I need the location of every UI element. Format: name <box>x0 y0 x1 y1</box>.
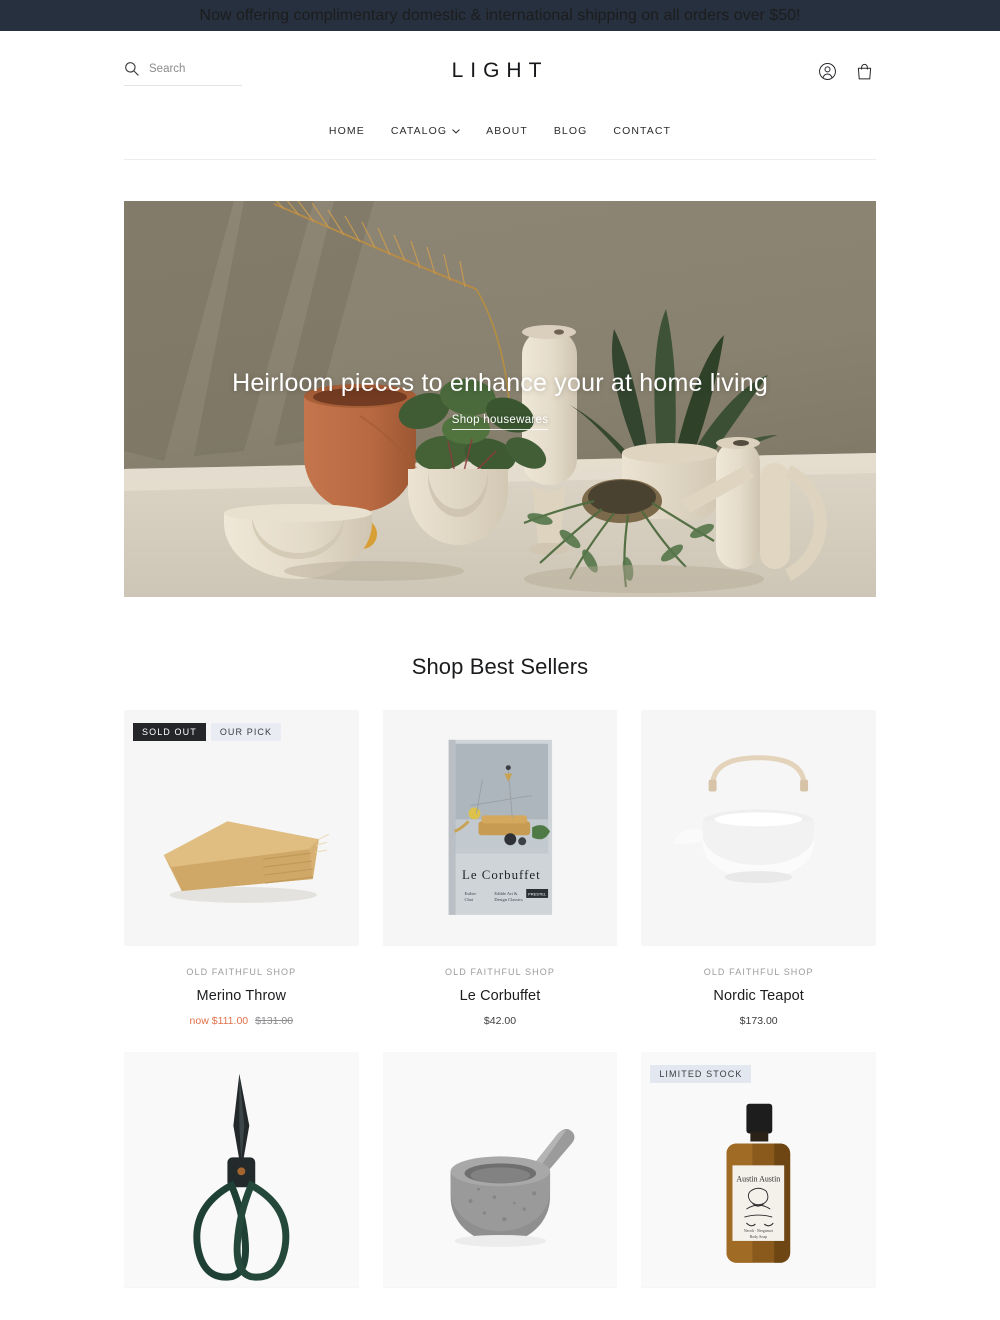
product-title: Nordic Teapot <box>713 988 804 1004</box>
svg-text:Austin Austin: Austin Austin <box>737 1174 781 1183</box>
hero-banner[interactable]: Heirloom pieces to enhance your at home … <box>124 201 876 597</box>
hero-title: Heirloom pieces to enhance your at home … <box>232 368 768 397</box>
product-image-container[interactable]: SOLD OUT OUR PICK <box>124 710 359 946</box>
product-price: $42.00 <box>383 1015 618 1027</box>
product-image-container[interactable]: Le Corbuffet Esther Choi Edible Art & Desi… <box>382 710 618 946</box>
hero-content: Heirloom pieces to enhance your at home … <box>124 201 876 597</box>
site-header: LIGHT <box>0 31 1000 111</box>
product-price: $173.00 <box>641 1015 876 1027</box>
hero-section: Heirloom pieces to enhance your at home … <box>0 160 1000 597</box>
search-field[interactable] <box>124 56 242 86</box>
product-card[interactable] <box>124 1052 359 1320</box>
announcement-bar: Now offering complimentary domestic & in… <box>0 0 1000 31</box>
product-image-le-corbuffet: Le Corbuffet EstherChoi Edible Art &Desi… <box>382 710 618 945</box>
account-icon[interactable] <box>816 60 839 83</box>
header-actions <box>816 60 876 83</box>
svg-text:Esther: Esther <box>464 891 476 896</box>
svg-text:Body Soap: Body Soap <box>750 1234 768 1239</box>
cart-icon[interactable] <box>853 60 876 83</box>
product-price-regular: $42.00 <box>483 1015 517 1027</box>
product-card[interactable]: LIMITED STOCK Austin Austin Neroli · Ber… <box>641 1052 876 1320</box>
product-info <box>124 1288 359 1309</box>
product-vendor: OLD FAITHFUL SHOP <box>445 967 555 977</box>
product-info <box>641 1288 876 1309</box>
product-info: OLD FAITHFUL SHOP Nordic Teapot $173.00 <box>641 946 876 1027</box>
status-badge-sold-out: SOLD OUT <box>133 723 206 741</box>
product-title: Le Corbuffet <box>459 988 541 1004</box>
svg-text:Le Corbuffet: Le Corbuffet <box>462 867 541 882</box>
badge-group: LIMITED STOCK <box>650 1065 752 1083</box>
product-image-granite-mortar-pestle <box>382 1052 618 1287</box>
product-info <box>383 1288 618 1309</box>
svg-text:Choi: Choi <box>464 897 473 902</box>
nav-item-contact[interactable]: CONTACT <box>613 125 671 137</box>
nav-label: HOME <box>328 125 365 137</box>
product-info: OLD FAITHFUL SHOP Le Corbuffet $42.00 <box>383 946 618 1027</box>
product-price-compare: $131.00 <box>255 1015 294 1027</box>
nav-label: BLOG <box>553 125 588 137</box>
nav-item-catalog[interactable]: CATALOG <box>391 125 460 137</box>
product-image-nordic-teapot <box>641 710 876 945</box>
product-price-regular: $173.00 <box>739 1015 778 1027</box>
product-image-container[interactable]: LIMITED STOCK Austin Austin Neroli · Ber… <box>641 1052 876 1288</box>
search-input[interactable] <box>149 62 242 75</box>
product-price: now $111.00 $131.00 <box>124 1015 359 1027</box>
product-image-container[interactable] <box>124 1052 359 1288</box>
product-card[interactable]: SOLD OUT OUR PICK OLD FAITHFUL SHOP Meri… <box>124 710 359 1027</box>
svg-text:Neroli · Bergamot: Neroli · Bergamot <box>744 1228 774 1233</box>
product-price-sale: now $111.00 <box>189 1015 249 1027</box>
search-icon <box>124 61 139 76</box>
product-grid: SOLD OUT OUR PICK OLD FAITHFUL SHOP Meri… <box>0 710 1000 1320</box>
svg-text:Design Classics: Design Classics <box>494 897 523 902</box>
section-title-best-sellers: Shop Best Sellers <box>411 654 589 679</box>
product-image-merino-throw <box>124 710 359 945</box>
product-vendor: OLD FAITHFUL SHOP <box>703 967 814 977</box>
svg-text:Edible Art &: Edible Art & <box>494 891 518 896</box>
product-card[interactable] <box>382 1052 618 1320</box>
logo-link[interactable]: LIGHT <box>452 59 549 82</box>
product-card[interactable]: OLD FAITHFUL SHOP Nordic Teapot $173.00 <box>641 710 876 1027</box>
nav-item-blog[interactable]: BLOG <box>554 125 588 137</box>
nav-item-home[interactable]: HOME <box>329 125 365 137</box>
product-image-austin-austin-body-soap: Austin Austin Neroli · Bergamot Body Soa… <box>641 1052 876 1287</box>
nav-label: CATALOG <box>390 125 448 137</box>
status-badge-our-pick: OUR PICK <box>210 723 282 741</box>
hero-cta-button[interactable]: Shop housewares <box>451 414 549 430</box>
nav-item-about[interactable]: ABOUT <box>486 125 528 137</box>
badge-group: SOLD OUT OUR PICK <box>133 723 282 741</box>
svg-text:PRESTEL: PRESTEL <box>528 891 547 896</box>
product-vendor: OLD FAITHFUL SHOP <box>186 967 297 977</box>
product-image-container[interactable] <box>382 1052 618 1288</box>
status-badge-limited-stock: LIMITED STOCK <box>650 1065 752 1083</box>
product-image-green-handled-shears <box>124 1052 359 1287</box>
chevron-down-icon <box>452 125 460 137</box>
announcement-text: Now offering complimentary domestic & in… <box>199 6 801 24</box>
product-image-container[interactable] <box>641 710 876 946</box>
nav-label: ABOUT <box>486 125 528 137</box>
nav-label: CONTACT <box>613 125 672 137</box>
product-card[interactable]: Le Corbuffet Esther Choi Edible Art & Desi… <box>382 710 618 1027</box>
main-navigation: HOME CATALOG ABOUT BLOG CONTACT <box>0 111 1000 159</box>
product-info: OLD FAITHFUL SHOP Merino Throw now $111.… <box>124 946 359 1027</box>
product-title: Merino Throw <box>196 988 287 1004</box>
